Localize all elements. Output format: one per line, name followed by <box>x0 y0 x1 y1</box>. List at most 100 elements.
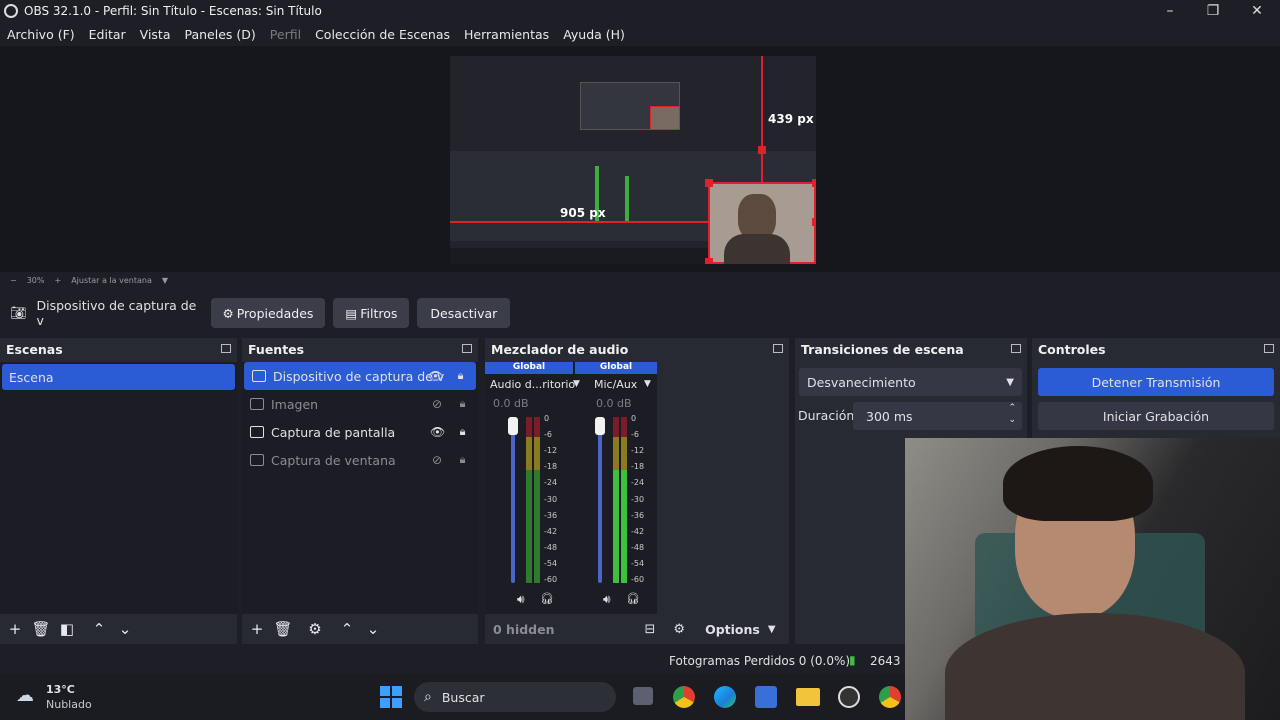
add-scene-button[interactable]: + <box>2 620 28 638</box>
audio-mixer-dock: Mezclador de audio Global Audio d...rito… <box>485 338 789 644</box>
meter-tick-label: -36 <box>544 510 558 520</box>
headphones-icon[interactable]: 🎧︎ <box>540 592 554 605</box>
menu-paneles[interactable]: Paneles (D) <box>178 27 263 42</box>
deactivate-button[interactable]: Desactivar <box>417 298 511 328</box>
undock-icon[interactable] <box>773 344 783 353</box>
source-item[interactable]: Captura de ventana ⊘ 🔒︎ <box>242 446 478 474</box>
close-button[interactable]: ✕ <box>1237 0 1277 22</box>
properties-button[interactable]: ⚙ Propiedades <box>210 298 326 328</box>
eye-off-icon[interactable]: ⊘ <box>430 453 444 467</box>
undock-icon[interactable] <box>1264 344 1274 353</box>
scenes-dock: Escenas Escena + 🗑︎ ◧ ⌃ ⌄ <box>0 338 237 644</box>
menu-vista[interactable]: Vista <box>133 27 178 42</box>
eye-off-icon[interactable]: ⊘ <box>430 397 444 411</box>
resize-handle[interactable] <box>758 146 766 154</box>
speaker-icon[interactable]: 🔊︎ <box>517 592 525 607</box>
stepper-down-icon[interactable]: ⌄ <box>1008 415 1016 425</box>
move-down-icon[interactable]: ⌄ <box>112 620 138 638</box>
source-item[interactable]: Imagen ⊘ 🔒︎ <box>242 390 478 418</box>
stepper-up-icon[interactable]: ⌃ <box>1008 403 1016 413</box>
preview-canvas[interactable]: 439 px 905 px <box>450 56 816 264</box>
eye-icon[interactable]: 👁︎ <box>430 425 445 439</box>
lock-icon[interactable]: 🔒︎ <box>457 397 468 410</box>
remove-source-icon[interactable]: 🗑︎ <box>270 620 296 638</box>
layout-icon[interactable]: ⊟ <box>645 622 656 637</box>
source-item[interactable]: Captura de pantalla 👁︎ 🔒︎ <box>242 418 478 446</box>
menu-herramientas[interactable]: Herramientas <box>457 27 556 42</box>
search-icon: ⌕ <box>424 689 432 705</box>
move-up-icon[interactable]: ⌃ <box>86 620 112 638</box>
transition-select[interactable]: Desvanecimiento ▼ <box>799 368 1022 396</box>
selected-source-box[interactable] <box>708 182 816 264</box>
chevron-down-icon[interactable]: ▼ <box>162 276 168 285</box>
undock-icon[interactable] <box>1011 344 1021 353</box>
minimize-button[interactable]: – <box>1150 0 1190 22</box>
remove-scene-icon[interactable]: 🗑︎ <box>28 620 54 638</box>
menu-ayuda[interactable]: Ayuda (H) <box>556 27 632 42</box>
scene-item[interactable]: Escena <box>2 364 235 390</box>
chevron-down-icon[interactable]: ▼ <box>768 624 776 635</box>
speaker-icon[interactable]: 🔊︎ <box>603 592 611 607</box>
start-recording-button[interactable]: Iniciar Grabación <box>1038 402 1274 430</box>
menu-archivo[interactable]: Archivo (F) <box>0 27 82 42</box>
gear-icon[interactable]: ⚙ <box>302 620 328 638</box>
add-source-button[interactable]: + <box>244 620 270 638</box>
undock-icon[interactable] <box>462 344 472 353</box>
channel-name[interactable]: Mic/Aux <box>594 378 637 391</box>
eye-icon[interactable]: 👁︎ <box>428 369 443 383</box>
channel-name[interactable]: Audio d...ritorio <box>490 378 575 391</box>
weather-desc[interactable]: Nublado <box>46 698 92 711</box>
scene-filters-icon[interactable]: ◧ <box>54 620 80 638</box>
title-bar: OBS 32.1.0 - Perfil: Sin Título - Escena… <box>0 0 1280 22</box>
task-view-icon[interactable] <box>633 687 653 705</box>
chrome-icon[interactable] <box>879 686 901 708</box>
menu-editar[interactable]: Editar <box>82 27 133 42</box>
move-up-icon[interactable]: ⌃ <box>334 620 360 638</box>
chevron-down-icon[interactable]: ▼ <box>573 379 580 389</box>
resize-handle[interactable] <box>705 179 713 187</box>
obs-taskbar-icon[interactable] <box>838 686 860 708</box>
resize-handle[interactable] <box>705 258 713 264</box>
lock-icon[interactable]: 🔒︎ <box>455 369 466 382</box>
zoom-in-icon[interactable]: + <box>54 276 61 285</box>
chevron-down-icon[interactable]: ▼ <box>644 379 651 389</box>
menu-perfil[interactable]: Perfil <box>263 27 308 42</box>
volume-slider[interactable] <box>511 417 515 583</box>
volume-slider[interactable] <box>598 417 602 583</box>
resize-handle[interactable] <box>812 179 816 187</box>
lock-icon[interactable]: 🔒︎ <box>457 453 468 466</box>
hidden-count[interactable]: 0 hidden <box>493 622 555 637</box>
weather-temp[interactable]: 13°C <box>46 683 75 696</box>
move-down-icon[interactable]: ⌄ <box>360 620 386 638</box>
chrome-icon[interactable] <box>673 686 695 708</box>
obs-logo-icon <box>4 4 18 18</box>
lock-icon[interactable]: 🔒︎ <box>457 425 468 438</box>
fit-window-label[interactable]: Ajustar a la ventana <box>71 276 152 285</box>
scenes-toolbar: + 🗑︎ ◧ ⌃ ⌄ <box>0 614 237 644</box>
volume-slider-knob[interactable] <box>508 417 518 435</box>
stop-stream-button[interactable]: Detener Transmisión <box>1038 368 1274 396</box>
zoom-out-icon[interactable]: − <box>10 276 17 285</box>
menu-coleccion-escenas[interactable]: Colección de Escenas <box>308 27 457 42</box>
duration-input[interactable]: 300 ms ⌃ ⌄ <box>853 402 1022 430</box>
signal-bars-icon: ▮ <box>849 653 856 667</box>
advanced-audio-icon[interactable]: ⚙ <box>673 622 685 637</box>
options-button[interactable]: Options <box>705 622 760 637</box>
nested-webcam <box>650 106 680 130</box>
resize-handle[interactable] <box>812 218 816 226</box>
undock-icon[interactable] <box>221 344 231 353</box>
folder-icon[interactable] <box>796 688 820 706</box>
meter-tick-label: -24 <box>631 478 645 488</box>
volume-slider-knob[interactable] <box>595 417 605 435</box>
taskbar-search[interactable]: ⌕ Buscar <box>414 682 616 712</box>
filters-button[interactable]: ▤ Filtros <box>333 298 410 328</box>
scenes-title: Escenas <box>6 341 63 357</box>
height-guide-line <box>761 56 763 184</box>
windows-start-icon[interactable] <box>380 686 402 708</box>
source-context-bar: 📷︎ Dispositivo de captura de v ⚙ Propieda… <box>0 296 1280 330</box>
headphones-icon[interactable]: 🎧︎ <box>626 592 640 605</box>
edge-icon[interactable] <box>714 686 736 708</box>
store-icon[interactable] <box>755 686 777 708</box>
source-item[interactable]: Dispositivo de captura de v 👁︎ 🔒︎ <box>244 362 476 390</box>
maximize-button[interactable]: ❐ <box>1193 0 1233 22</box>
